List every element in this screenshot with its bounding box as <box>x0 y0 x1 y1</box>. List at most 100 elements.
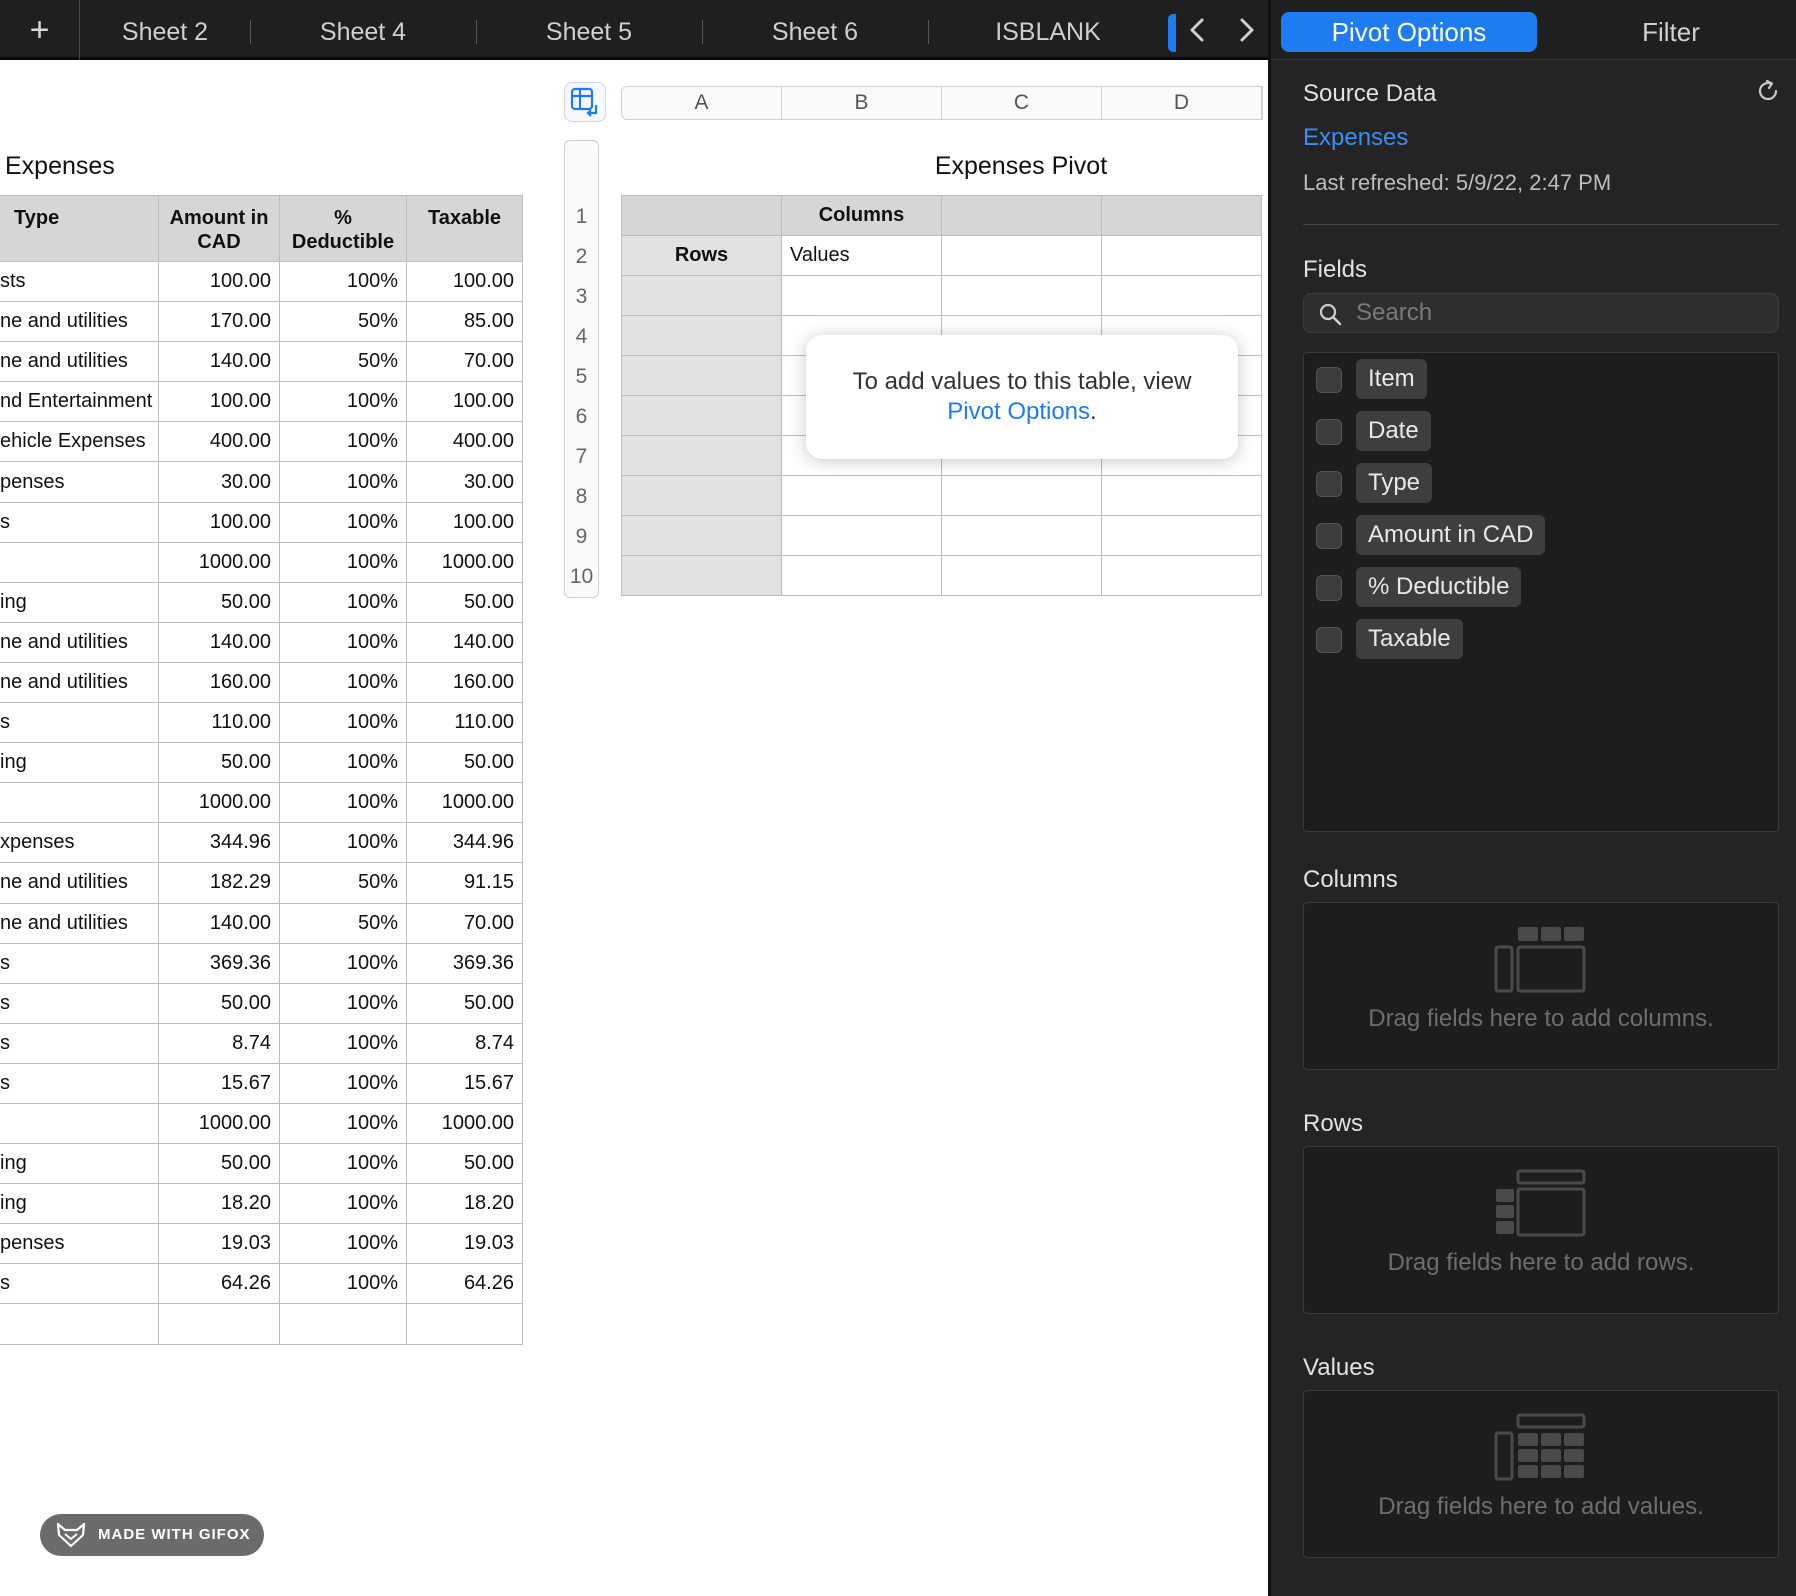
pivot-cell[interactable] <box>941 555 1102 596</box>
cell-type[interactable]: penses <box>0 461 159 503</box>
pivot-cell[interactable] <box>781 475 942 516</box>
cell-type[interactable]: ing <box>0 742 159 784</box>
cell-deductible[interactable]: 100% <box>279 461 407 503</box>
field-checkbox[interactable] <box>1316 367 1342 393</box>
tab-sheet-4[interactable]: Sheet 4 <box>250 0 476 60</box>
cell-type[interactable]: ing <box>0 581 159 623</box>
cell-taxable[interactable]: 100.00 <box>406 381 523 423</box>
cell-deductible[interactable]: 100% <box>279 260 407 303</box>
cell-deductible[interactable]: 100% <box>279 661 407 704</box>
pivot-cell[interactable] <box>1101 195 1262 236</box>
field-pill[interactable]: Date <box>1356 411 1431 451</box>
row-header-10[interactable]: 10 <box>565 557 598 597</box>
column-header-a[interactable]: A <box>622 87 782 119</box>
pivot-cell[interactable] <box>621 195 782 236</box>
cell-taxable[interactable] <box>406 1303 523 1345</box>
cell-taxable[interactable]: 160.00 <box>406 661 523 704</box>
row-header-4[interactable]: 4 <box>565 317 598 357</box>
field-pill[interactable]: Taxable <box>1356 619 1463 659</box>
field-pill[interactable]: Item <box>1356 359 1427 399</box>
cell-taxable[interactable]: 50.00 <box>406 1143 523 1185</box>
pivot-cell[interactable] <box>781 515 942 556</box>
pivot-cell[interactable] <box>621 315 782 356</box>
values-drop-zone[interactable]: Drag fields here to add values. <box>1303 1390 1779 1558</box>
cell-amount[interactable]: 110.00 <box>158 702 280 744</box>
cell-deductible[interactable]: 100% <box>279 1263 407 1305</box>
tab-sheet-2[interactable]: Sheet 2 <box>80 0 250 60</box>
cell-amount[interactable] <box>158 1303 280 1345</box>
cell-amount[interactable]: 140.00 <box>158 621 280 663</box>
cell-amount[interactable]: 369.36 <box>158 942 280 984</box>
cell-amount[interactable]: 400.00 <box>158 421 280 463</box>
row-header-5[interactable]: 5 <box>565 357 598 397</box>
row-header-8[interactable]: 8 <box>565 477 598 517</box>
header-cell-amount[interactable]: Amount in CAD <box>158 195 280 262</box>
cell-taxable[interactable]: 8.74 <box>406 1022 523 1064</box>
cell-type[interactable]: ing <box>0 1183 159 1225</box>
cell-deductible[interactable]: 100% <box>279 621 407 663</box>
pivot-cell[interactable] <box>1101 475 1262 516</box>
tab-filter[interactable]: Filter <box>1571 12 1771 52</box>
cell-type[interactable]: s <box>0 1263 159 1305</box>
cell-deductible[interactable] <box>279 1303 407 1345</box>
cell-taxable[interactable]: 64.26 <box>406 1263 523 1305</box>
cell-type[interactable]: ing <box>0 1143 159 1185</box>
cell-taxable[interactable]: 110.00 <box>406 702 523 744</box>
cell-type[interactable]: ehicle Expenses <box>0 421 159 463</box>
cell-type[interactable] <box>0 1102 159 1145</box>
field-checkbox[interactable] <box>1316 419 1342 445</box>
cell-taxable[interactable]: 1000.00 <box>406 782 523 824</box>
cell-amount[interactable]: 18.20 <box>158 1183 280 1225</box>
cell-amount[interactable]: 344.96 <box>158 822 280 864</box>
rows-drop-zone[interactable]: Drag fields here to add rows. <box>1303 1146 1779 1314</box>
cell-taxable[interactable]: 1000.00 <box>406 541 523 583</box>
cell-type[interactable]: ne and utilities <box>0 301 159 343</box>
cell-amount[interactable]: 8.74 <box>158 1022 280 1064</box>
cell-deductible[interactable]: 50% <box>279 902 407 944</box>
pivot-columns-header[interactable]: Columns <box>781 195 942 236</box>
cell-amount[interactable]: 1000.00 <box>158 782 280 824</box>
field-checkbox[interactable] <box>1316 575 1342 601</box>
cell-type[interactable]: s <box>0 982 159 1024</box>
cell-amount[interactable]: 50.00 <box>158 581 280 623</box>
add-sheet-button[interactable]: + <box>0 0 80 60</box>
cell-amount[interactable]: 64.26 <box>158 1263 280 1305</box>
cell-deductible[interactable]: 100% <box>279 702 407 744</box>
pivot-cell[interactable] <box>941 475 1102 516</box>
row-header-2[interactable]: 2 <box>565 237 598 277</box>
cell-amount[interactable]: 140.00 <box>158 341 280 383</box>
pivot-cell[interactable] <box>621 275 782 316</box>
field-checkbox[interactable] <box>1316 627 1342 653</box>
field-pill[interactable]: Type <box>1356 463 1433 503</box>
cell-deductible[interactable]: 50% <box>279 862 407 904</box>
column-header-c[interactable]: C <box>942 87 1102 119</box>
tab-isblank[interactable]: ISBLANK <box>928 0 1168 60</box>
cell-deductible[interactable]: 100% <box>279 1102 407 1145</box>
cell-amount[interactable]: 160.00 <box>158 661 280 704</box>
pivot-cell[interactable] <box>941 515 1102 556</box>
cell-deductible[interactable]: 100% <box>279 1183 407 1225</box>
refresh-icon[interactable] <box>1755 78 1781 104</box>
pivot-cell[interactable] <box>1101 515 1262 556</box>
pivot-cell[interactable] <box>941 235 1102 276</box>
cell-taxable[interactable]: 50.00 <box>406 742 523 784</box>
pivot-cell[interactable] <box>941 275 1102 316</box>
fields-search-field[interactable] <box>1303 293 1779 333</box>
cell-amount[interactable]: 19.03 <box>158 1223 280 1265</box>
cell-type[interactable]: penses <box>0 1223 159 1265</box>
cell-amount[interactable]: 50.00 <box>158 1143 280 1185</box>
cell-amount[interactable]: 100.00 <box>158 381 280 423</box>
cell-amount[interactable]: 170.00 <box>158 301 280 343</box>
cell-deductible[interactable]: 100% <box>279 942 407 984</box>
cell-amount[interactable]: 50.00 <box>158 982 280 1024</box>
pivot-values-cell[interactable]: Values <box>781 235 942 276</box>
cell-type[interactable]: s <box>0 1062 159 1104</box>
cell-type[interactable]: xpenses <box>0 822 159 864</box>
column-header-d[interactable]: D <box>1102 87 1262 119</box>
cell-taxable[interactable]: 344.96 <box>406 822 523 864</box>
cell-deductible[interactable]: 50% <box>279 301 407 343</box>
cell-taxable[interactable]: 50.00 <box>406 982 523 1024</box>
cell-type[interactable]: s <box>0 702 159 744</box>
cell-taxable[interactable]: 15.67 <box>406 1062 523 1104</box>
tab-sheet-6[interactable]: Sheet 6 <box>702 0 928 60</box>
